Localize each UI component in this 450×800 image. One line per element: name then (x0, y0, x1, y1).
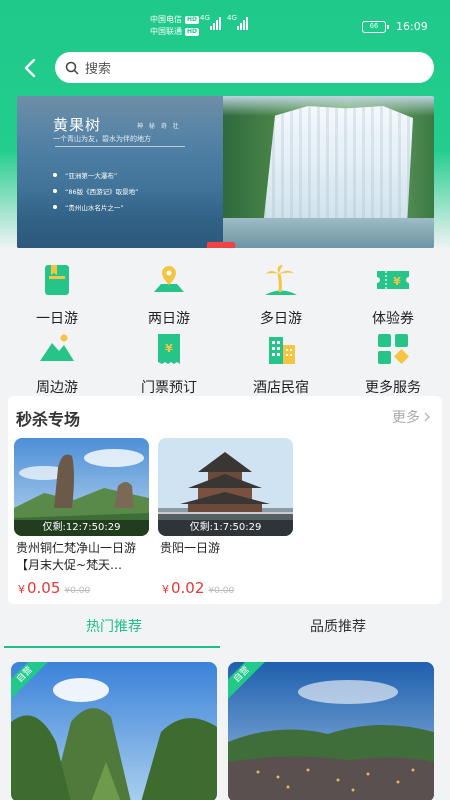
ticket-icon: ¥ (158, 334, 180, 364)
product-price: ¥ 0.05 ¥0.00 (18, 579, 91, 597)
svg-text:¥: ¥ (393, 275, 401, 288)
tab-hot-recommend[interactable]: 热门推荐 (4, 608, 224, 648)
recommend-tabs: 热门推荐 品质推荐 (0, 608, 450, 650)
map-pin-icon (154, 266, 184, 292)
book-icon (45, 265, 69, 295)
search-input[interactable]: 搜索 (55, 52, 434, 83)
clock: 16:09 (396, 20, 428, 33)
banner-bullet: “亚洲第一大瀑布” (53, 170, 117, 180)
chevron-right-icon (424, 412, 431, 422)
product-image-fanjingshan: 仅剩:12:7:50:29 (14, 438, 149, 536)
promo-banner[interactable]: 黄果树 神 秘 奇 壮 一个青山为友，碧水为伴的地方 “亚洲第一大瀑布” “86… (17, 96, 434, 248)
carrier-info: 中国电信 HD 中国联通 HD (150, 14, 200, 38)
category-two-day-tour[interactable]: 两日游 (124, 262, 214, 328)
original-price: ¥0.00 (64, 586, 91, 596)
flash-sale-section: 秒杀专场 更多 仅剩:12:7:50:29 贵州铜仁梵净山一日游【月末大促~梵天… (8, 396, 442, 604)
banner-scenery-left (17, 96, 225, 248)
signal-indicators: 4G 4G (200, 14, 248, 30)
category-hotel[interactable]: 酒店民宿 (236, 331, 326, 397)
search-icon (65, 61, 79, 74)
mountain-icon (40, 334, 74, 361)
signal-bars-icon (210, 16, 221, 30)
signal-bars-icon (237, 16, 248, 30)
countdown-timer: 仅剩:1:7:50:29 (158, 520, 293, 536)
network-type-2: 4G (227, 14, 237, 22)
hd-badge: HD (185, 16, 200, 24)
banner-tag: 神 秘 奇 壮 (137, 123, 181, 130)
recommendation-image (228, 662, 434, 800)
svg-text:¥: ¥ (165, 342, 173, 355)
product-card[interactable]: 仅剩:12:7:50:29 贵州铜仁梵净山一日游【月末大促~梵天… ¥ 0.05… (14, 438, 149, 597)
chevron-left-icon (24, 58, 36, 78)
hd-badge: HD (185, 28, 200, 36)
category-one-day-tour[interactable]: 一日游 (12, 262, 102, 328)
countdown-timer: 仅剩:12:7:50:29 (14, 520, 149, 536)
banner-title: 黄果树 (53, 116, 102, 134)
battery-icon: 66 (362, 21, 389, 33)
more-link[interactable]: 更多 (392, 407, 432, 427)
category-voucher[interactable]: ¥ 体验券 (348, 262, 438, 328)
carrier-2: 中国联通 (150, 27, 182, 36)
product-name: 贵阳一日游 (160, 541, 221, 555)
product-card[interactable]: 仅剩:1:7:50:29 贵阳一日游 ¥ 0.02 ¥0.00 (158, 438, 293, 597)
category-more-services[interactable]: 更多服务 (348, 331, 438, 397)
section-title: 秒杀专场 (16, 410, 81, 429)
category-nearby-tour[interactable]: 周边游 (12, 331, 102, 397)
product-price: ¥ 0.02 ¥0.00 (162, 579, 235, 597)
carrier-1: 中国电信 (150, 15, 182, 24)
carousel-indicator (207, 242, 235, 248)
network-type-1: 4G (200, 14, 210, 22)
banner-bullet: “86版《西游记》取景地” (53, 186, 139, 196)
palm-tree-icon (265, 265, 297, 295)
grid-icon (378, 334, 409, 364)
tab-quality-recommend[interactable]: 品质推荐 (228, 608, 448, 648)
banner-subtitle: 一个青山为友，碧水为伴的地方 (53, 135, 151, 143)
recommendation-card[interactable]: 自营 (11, 662, 217, 800)
original-price: ¥0.00 (208, 586, 235, 596)
hotel-icon (269, 337, 295, 364)
waterfall-image (223, 96, 434, 248)
search-placeholder: 搜索 (85, 62, 112, 77)
banner-bullet: “贵州山水名片之一” (53, 202, 124, 212)
category-ticket-booking[interactable]: ¥ 门票预订 (124, 331, 214, 397)
recommendation-card[interactable]: 自营 (228, 662, 434, 800)
status-bar: 中国电信 HD 中国联通 HD 4G 4G 66 16:09 (0, 0, 450, 50)
product-name: 贵州铜仁梵净山一日游【月末大促~梵天… (16, 541, 137, 572)
voucher-icon: ¥ (377, 271, 409, 289)
recommendation-image (11, 662, 217, 800)
divider (55, 146, 185, 147)
product-image-guiyang: 仅剩:1:7:50:29 (158, 438, 293, 536)
back-button[interactable] (18, 55, 44, 81)
category-multi-day-tour[interactable]: 多日游 (236, 262, 326, 328)
